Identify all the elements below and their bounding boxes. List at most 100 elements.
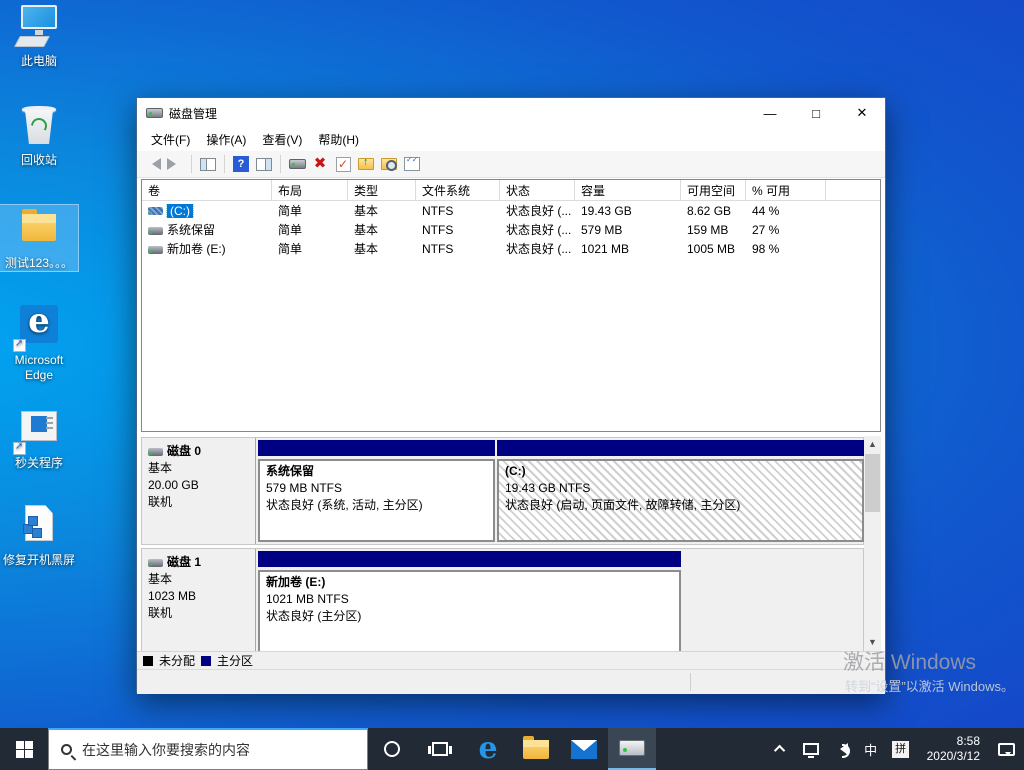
disk-name: 磁盘 0 [167, 444, 201, 458]
minimize-button[interactable]: — [747, 98, 793, 128]
volume-tray-button[interactable] [829, 728, 853, 770]
ime-language-button[interactable]: 中 [859, 728, 883, 770]
disk-app-icon [146, 108, 163, 118]
clock-date: 2020/3/12 [927, 749, 980, 764]
console-tree-icon[interactable] [199, 155, 217, 173]
vertical-scrollbar[interactable]: ▲ ▼ [864, 436, 881, 651]
cell-fs: NTFS [416, 242, 500, 256]
desktop-icon-fix-black-screen[interactable]: 修复开机黑屏 [0, 502, 78, 568]
disk-1-info[interactable]: 磁盘 1 基本 1023 MB 联机 [142, 549, 256, 651]
col-volume[interactable]: 卷 [142, 180, 272, 200]
cortana-icon [384, 741, 400, 757]
partition-status: 状态良好 (启动, 页面文件, 故障转储, 主分区) [505, 497, 856, 514]
status-bar [137, 669, 885, 694]
folder-icon [15, 205, 63, 253]
file-explorer-button[interactable] [512, 728, 560, 770]
network-tray-button[interactable] [799, 728, 823, 770]
explore-icon[interactable] [380, 155, 398, 173]
scroll-up-icon[interactable]: ▲ [864, 436, 881, 453]
disk-status: 联机 [148, 494, 255, 511]
delete-volume-icon[interactable]: ✖ [311, 155, 329, 173]
action-center-button[interactable] [994, 728, 1018, 770]
table-row[interactable]: 新加卷 (E:) 简单 基本 NTFS 状态良好 (... 1021 MB 10… [142, 239, 880, 258]
cell-pct: 27 % [746, 223, 826, 237]
speaker-icon [834, 743, 848, 755]
cell-status: 状态良好 (... [500, 202, 575, 219]
ime-mode-button[interactable]: 拼 [889, 728, 913, 770]
col-filesystem[interactable]: 文件系统 [416, 180, 500, 200]
help-icon[interactable]: ? [232, 155, 250, 173]
desktop-icon-this-pc[interactable]: 此电脑 [0, 3, 78, 69]
back-icon[interactable] [143, 155, 161, 173]
cell-fs: NTFS [416, 223, 500, 237]
tray-expand-button[interactable] [769, 728, 793, 770]
desktop-icon-label: 测试123。。。 [0, 256, 78, 271]
desktop-icon-test-folder[interactable]: 测试123。。。 [0, 205, 78, 271]
menu-help[interactable]: 帮助(H) [310, 128, 367, 151]
taskbar: 在这里输入你要搜索的内容 e 中 拼 8:58 2020/3/12 [0, 728, 1024, 770]
partition-system-reserved[interactable]: 系统保留 579 MB NTFS 状态良好 (系统, 活动, 主分区) [258, 440, 495, 542]
table-row[interactable]: (C:) 简单 基本 NTFS 状态良好 (... 19.43 GB 8.62 … [142, 201, 880, 220]
disk-1-strip: 磁盘 1 基本 1023 MB 联机 新加卷 (E:) 1021 MB NTFS… [141, 548, 864, 651]
col-capacity[interactable]: 容量 [575, 180, 681, 200]
legend-unallocated-label: 未分配 [159, 652, 195, 669]
search-input[interactable]: 在这里输入你要搜索的内容 [48, 728, 368, 770]
desktop-icon-edge[interactable]: e Microsoft Edge [0, 302, 78, 383]
app-window-icon [15, 405, 63, 453]
legend-bar: 未分配 主分区 [137, 651, 885, 669]
scrollbar-thumb[interactable] [865, 454, 880, 512]
graphical-view-pane: 磁盘 0 基本 20.00 GB 联机 系统保留 579 MB NTFS 状态良… [141, 436, 881, 651]
task-view-button[interactable] [416, 728, 464, 770]
menu-view[interactable]: 查看(V) [254, 128, 310, 151]
close-button[interactable]: ✕ [839, 98, 885, 128]
cell-free: 8.62 GB [681, 204, 746, 218]
mail-button[interactable] [560, 728, 608, 770]
cell-capacity: 1021 MB [575, 242, 681, 256]
search-placeholder: 在这里输入你要搜索的内容 [82, 740, 250, 760]
maximize-button[interactable]: □ [793, 98, 839, 128]
this-pc-icon [15, 3, 63, 51]
network-icon [803, 743, 819, 755]
col-free[interactable]: 可用空间 [681, 180, 746, 200]
cortana-button[interactable] [368, 728, 416, 770]
title-bar[interactable]: 磁盘管理 — □ ✕ [137, 98, 885, 128]
table-row[interactable]: 系统保留 简单 基本 NTFS 状态良好 (... 579 MB 159 MB … [142, 220, 880, 239]
start-button[interactable] [0, 728, 48, 770]
disk-0-strip: 磁盘 0 基本 20.00 GB 联机 系统保留 579 MB NTFS 状态良… [141, 437, 864, 545]
disk-icon [148, 448, 163, 456]
chevron-up-icon [774, 745, 785, 756]
mark-active-icon[interactable]: ✓ [334, 155, 352, 173]
desktop-icon-recycle-bin[interactable]: 回收站 [0, 102, 78, 168]
col-type[interactable]: 类型 [348, 180, 416, 200]
partition-e[interactable]: 新加卷 (E:) 1021 MB NTFS 状态良好 (主分区) [258, 551, 681, 651]
cell-layout: 简单 [272, 240, 348, 257]
disk-size: 20.00 GB [148, 477, 255, 494]
edge-taskbar-button[interactable]: e [464, 728, 512, 770]
partition-name: 新加卷 (E:) [266, 574, 673, 591]
desktop-icon-quick-close-app[interactable]: 秒关程序 [0, 405, 78, 471]
cell-type: 基本 [348, 202, 416, 219]
search-icon [61, 744, 72, 755]
volume-name: 系统保留 [167, 223, 215, 237]
registry-file-icon [15, 502, 63, 550]
partition-c-selected[interactable]: (C:) 19.43 GB NTFS 状态良好 (启动, 页面文件, 故障转储,… [497, 440, 864, 542]
cell-pct: 98 % [746, 242, 826, 256]
menu-file[interactable]: 文件(F) [143, 128, 198, 151]
disk-properties-icon[interactable] [288, 155, 306, 173]
recycle-bin-icon [15, 102, 63, 150]
clock[interactable]: 8:58 2020/3/12 [919, 734, 988, 764]
extend-volume-icon[interactable] [357, 155, 375, 173]
col-layout[interactable]: 布局 [272, 180, 348, 200]
disk-icon [619, 740, 645, 756]
disk-management-taskbar-button[interactable] [608, 728, 656, 770]
checklist-icon[interactable] [403, 155, 421, 173]
disk-0-info[interactable]: 磁盘 0 基本 20.00 GB 联机 [142, 438, 256, 544]
desktop-icon-label: 此电脑 [0, 54, 78, 69]
cell-status: 状态良好 (... [500, 221, 575, 238]
col-pct-free[interactable]: % 可用 [746, 180, 826, 200]
forward-icon[interactable] [166, 155, 184, 173]
menu-action[interactable]: 操作(A) [198, 128, 254, 151]
col-status[interactable]: 状态 [500, 180, 575, 200]
action-pane-icon[interactable] [255, 155, 273, 173]
volume-icon [148, 246, 163, 254]
